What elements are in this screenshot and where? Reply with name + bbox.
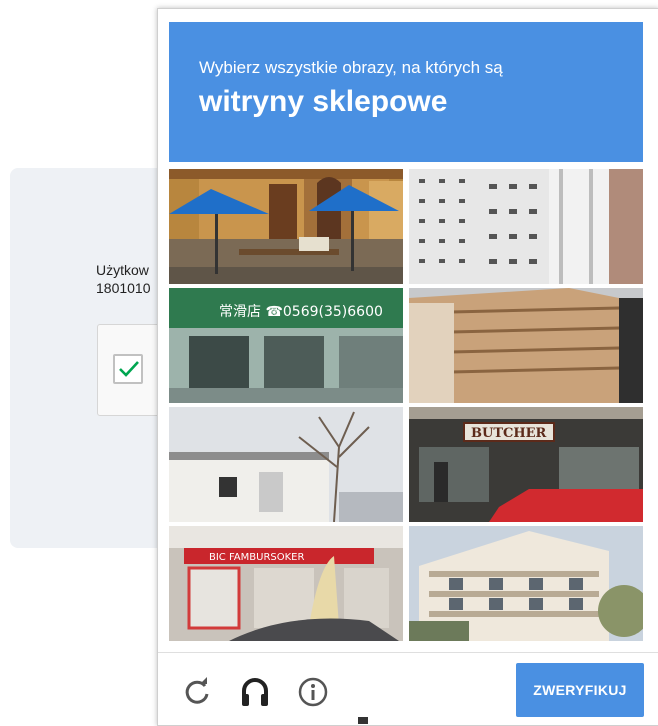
challenge-footer: ZWERYFIKUJ: [158, 652, 658, 726]
challenge-prompt: Wybierz wszystkie obrazy, na których są: [199, 58, 503, 77]
cursor-mark: [358, 717, 368, 724]
image-tile-curved-building[interactable]: [409, 288, 643, 403]
reload-button[interactable]: [180, 675, 214, 709]
reload-icon: [185, 677, 209, 704]
image-grid: 常滑店 ☎0569(35)6600 BUTCHER BIC FAMBURSOKE…: [169, 169, 643, 641]
image-tile-umbrellas[interactable]: [169, 169, 403, 284]
image-tile-building-tall[interactable]: [409, 169, 643, 284]
recaptcha-challenge-dialog: Wybierz wszystkie obrazy, na których są …: [157, 8, 658, 726]
user-label: Użytkow: [96, 262, 149, 278]
info-button[interactable]: [296, 675, 330, 709]
headphones-icon: [242, 678, 268, 706]
challenge-target: witryny sklepowe: [199, 85, 448, 118]
image-tile-red-banner-shop[interactable]: BIC FAMBURSOKER: [169, 526, 403, 641]
recaptcha-checkbox[interactable]: [113, 354, 143, 384]
verify-button[interactable]: ZWERYFIKUJ: [516, 663, 644, 717]
info-icon: [298, 677, 328, 707]
butcher-sign-text: BUTCHER: [471, 426, 547, 441]
image-tile-green-sign-shop[interactable]: 常滑店 ☎0569(35)6600: [169, 288, 403, 403]
image-tile-butcher[interactable]: BUTCHER: [409, 407, 643, 522]
phone-sign-text: 常滑店 ☎0569(35)6600: [219, 303, 383, 320]
challenge-header: Wybierz wszystkie obrazy, na których są …: [169, 22, 643, 162]
user-id: 1801010: [96, 280, 151, 296]
image-tile-tree-building[interactable]: [169, 407, 403, 522]
audio-challenge-button[interactable]: [238, 675, 272, 709]
image-tile-apartment-block[interactable]: [409, 526, 643, 641]
shop-banner-text: BIC FAMBURSOKER: [209, 552, 304, 563]
checkmark-icon: [119, 361, 139, 377]
